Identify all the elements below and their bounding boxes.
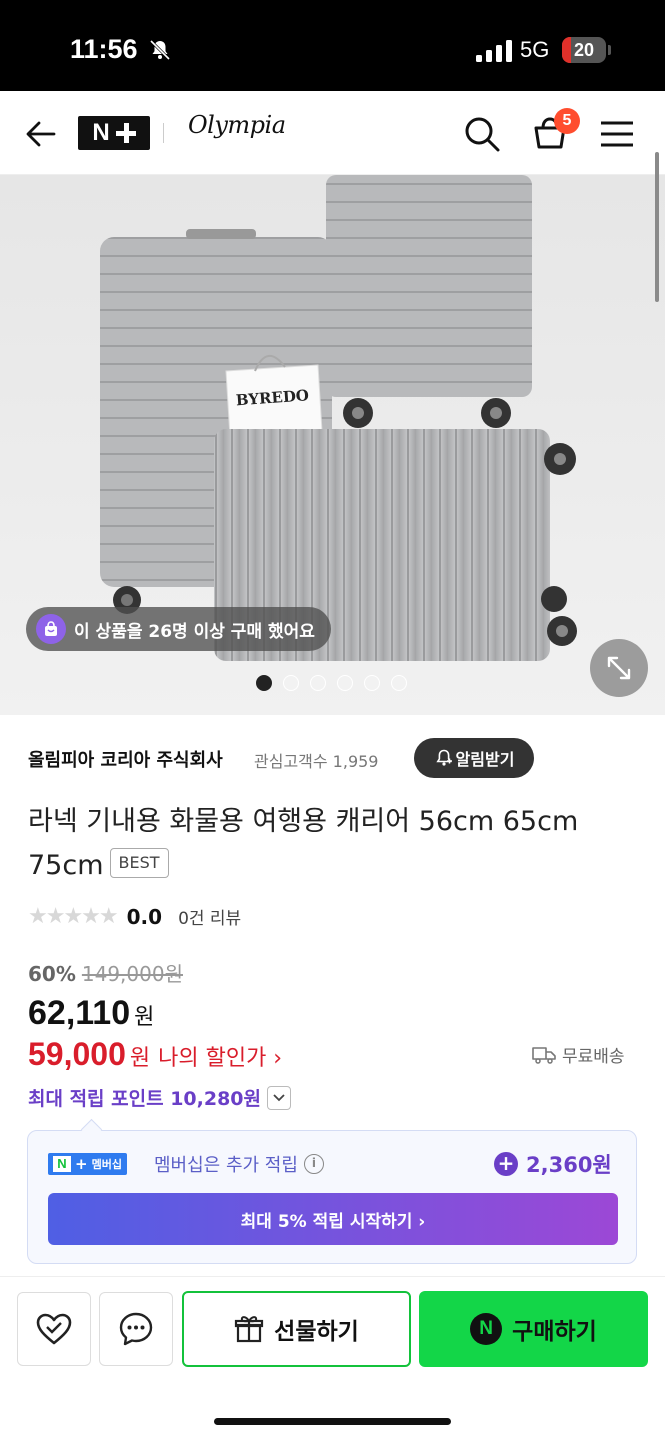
naver-plus-store-logo[interactable]: N xyxy=(78,116,150,150)
my-discount-price[interactable]: 59,000 원 나의 할인가 › xyxy=(28,1036,282,1073)
battery-percent: 20 xyxy=(573,40,595,60)
original-price: 149,000원 xyxy=(81,962,183,986)
hamburger-menu-icon[interactable] xyxy=(599,119,635,149)
carousel-dot[interactable] xyxy=(391,675,407,691)
max-points-label: 최대 적립 포인트 10,280원 xyxy=(28,1088,262,1110)
chevron-down-icon[interactable] xyxy=(267,1085,292,1110)
alert-button-label: 알림받기 xyxy=(455,750,515,769)
expand-image-button[interactable] xyxy=(590,639,648,697)
carousel-dot[interactable] xyxy=(256,675,272,691)
heart-icon xyxy=(36,1313,72,1345)
max-points-row[interactable]: 최대 적립 포인트 10,280원 xyxy=(28,1084,292,1111)
membership-extra-points: + 2,360원 xyxy=(494,1149,612,1179)
buy-button-label: 구매하기 xyxy=(512,1319,597,1345)
discount-info: 60% 149,000원 xyxy=(28,958,183,987)
carousel-dot[interactable] xyxy=(283,675,299,691)
extra-points-value: 2,360원 xyxy=(526,1153,612,1177)
sale-price-value: 62,110 xyxy=(28,994,131,1032)
start-membership-button[interactable]: 최대 5% 적립 시작하기 › xyxy=(48,1193,618,1245)
top-header: N Olympia 5 xyxy=(0,91,665,175)
seller-fans-count: 관심고객수 1,959 xyxy=(254,752,379,771)
back-arrow-icon[interactable] xyxy=(24,117,58,151)
naver-membership-logo: N + 멤버십 xyxy=(48,1153,127,1175)
product-image-carousel[interactable]: BYREDO 이 상품을 26명 이상 구매 했어요 xyxy=(0,175,665,715)
truck-icon xyxy=(532,1046,556,1064)
battery-icon: 20 xyxy=(562,37,606,63)
buy-button[interactable]: N 구매하기 xyxy=(419,1291,648,1367)
carousel-dot[interactable] xyxy=(364,675,380,691)
status-bar: 11:56 5G 20 xyxy=(0,0,665,91)
review-count[interactable]: 0건 리뷰 xyxy=(178,904,241,929)
expand-icon xyxy=(607,656,631,680)
search-icon[interactable] xyxy=(463,115,501,153)
my-price-label: 나의 할인가 › xyxy=(158,1046,283,1071)
product-title: 라넥 기내용 화물용 여행용 캐리어 56cm 65cm 75cm BEST xyxy=(28,800,628,888)
membership-card: N + 멤버십 멤버십은 추가 적립 i + 2,360원 최대 5% 적립 시… xyxy=(27,1130,637,1264)
gift-button[interactable]: 선물하기 xyxy=(182,1291,411,1367)
sale-price-unit: 원 xyxy=(134,1005,155,1030)
seller-name[interactable]: 올림피아 코리아 주식회사 xyxy=(28,746,223,772)
store-logo-letter: N xyxy=(92,119,110,146)
plus-icon: + xyxy=(75,1155,88,1173)
plus-circle-icon: + xyxy=(494,1152,518,1176)
discount-rate: 60% xyxy=(28,962,76,986)
membership-text: 멤버십은 추가 적립 xyxy=(154,1155,298,1176)
shopping-bag-icon xyxy=(36,614,66,644)
sale-price: 62,110 원 xyxy=(28,994,154,1033)
gift-button-label: 선물하기 xyxy=(274,1319,359,1345)
my-price-value: 59,000 xyxy=(28,1036,126,1072)
bell-off-icon xyxy=(149,39,171,61)
chat-button[interactable] xyxy=(99,1292,173,1366)
status-time: 11:56 xyxy=(70,34,138,64)
my-price-unit: 원 xyxy=(129,1046,151,1071)
header-divider xyxy=(163,123,164,143)
carousel-indicator xyxy=(256,675,407,691)
scrollbar[interactable] xyxy=(655,152,659,302)
info-icon[interactable]: i xyxy=(303,1154,324,1174)
subscribe-alert-button[interactable]: 알림받기 xyxy=(414,738,534,778)
naver-pay-icon: N xyxy=(470,1313,503,1345)
shipping-info: 무료배송 xyxy=(532,1042,625,1067)
rating-score: 0.0 xyxy=(126,904,163,929)
gift-icon xyxy=(235,1316,264,1343)
cart-count-badge: 5 xyxy=(554,108,580,134)
rating-summary[interactable]: ★★★★★ 0.0 0건 리뷰 xyxy=(28,904,241,929)
home-indicator[interactable] xyxy=(214,1418,451,1425)
purchase-count-notice: 이 상품을 26명 이상 구매 했어요 xyxy=(26,607,331,651)
seller-info: 올림피아 코리아 주식회사 관심고객수 1,959 알림받기 xyxy=(28,738,638,778)
naver-n-icon: N xyxy=(53,1156,71,1172)
wishlist-button[interactable] xyxy=(17,1292,91,1366)
network-type: 5G xyxy=(520,37,550,62)
carousel-dot[interactable] xyxy=(337,675,353,691)
carousel-dot[interactable] xyxy=(310,675,326,691)
bottom-action-bar: 선물하기 N 구매하기 xyxy=(0,1276,665,1440)
plus-icon xyxy=(115,123,136,143)
chat-bubble-icon xyxy=(119,1312,153,1346)
purchase-notice-text: 이 상품을 26명 이상 구매 했어요 xyxy=(74,621,315,642)
best-badge: BEST xyxy=(109,847,169,878)
shipping-label: 무료배송 xyxy=(562,1047,625,1067)
brand-logo[interactable]: Olympia xyxy=(188,111,286,139)
membership-logo-label: 멤버십 xyxy=(91,1158,122,1171)
battery-cap xyxy=(608,45,611,55)
bell-icon xyxy=(435,749,452,766)
membership-description: 멤버십은 추가 적립 i xyxy=(154,1151,324,1177)
signal-icon xyxy=(476,40,512,62)
star-rating-icon: ★★★★★ xyxy=(28,904,119,929)
